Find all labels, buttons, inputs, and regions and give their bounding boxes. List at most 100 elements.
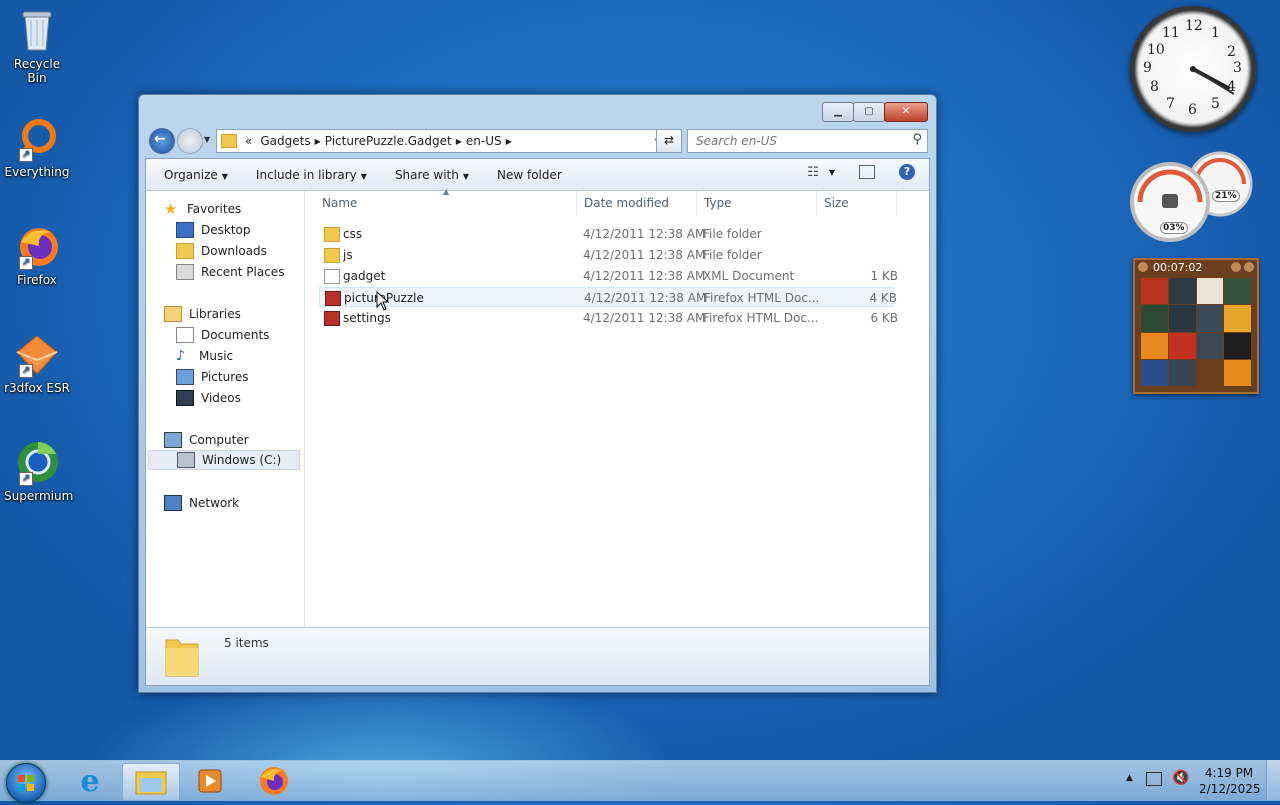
desktop-icon-recycle-bin[interactable]: Recycle Bin — [4, 6, 70, 85]
network-icon — [164, 495, 182, 511]
taskbar-windows-explorer[interactable] — [122, 763, 180, 801]
cpu-percent: 03% — [1160, 222, 1188, 234]
nav-computer-label: Computer — [189, 433, 249, 447]
nav-computer[interactable]: Computer — [164, 430, 249, 450]
maximize-button[interactable]: ▢ — [853, 102, 885, 122]
puzzle-tile[interactable] — [1168, 359, 1196, 386]
forward-button[interactable] — [177, 128, 203, 154]
puzzle-view-icon[interactable] — [1138, 262, 1148, 272]
puzzle-tile[interactable] — [1141, 359, 1168, 386]
recent-pages-dropdown[interactable]: ▼ — [204, 135, 210, 144]
column-header-date-modified[interactable]: Date modified — [577, 191, 697, 216]
navigation-bar: ← ▼ « Gadgets ▶ PicturePuzzle.Gadget ▶ e… — [147, 126, 928, 154]
puzzle-tile[interactable] — [1224, 305, 1251, 332]
breadcrumb-separator-icon[interactable]: ▶ — [456, 137, 462, 146]
star-icon: ★ — [164, 200, 178, 218]
search-input[interactable] — [694, 133, 898, 149]
nav-videos[interactable]: Videos — [176, 388, 241, 408]
desktop-icon-r3dfox[interactable]: ↗ r3dfox ESR — [4, 330, 70, 395]
puzzle-tile[interactable] — [1168, 278, 1196, 305]
refresh-button[interactable]: ⇄ — [656, 129, 682, 153]
nav-windows-c[interactable]: Windows (C:) — [148, 450, 300, 470]
nav-documents[interactable]: Documents — [176, 325, 269, 345]
firefox-icon — [260, 767, 288, 795]
nav-libraries[interactable]: Libraries — [164, 304, 241, 324]
show-hidden-icons-button[interactable]: ▲ — [1126, 773, 1133, 783]
column-header-type[interactable]: Type — [697, 191, 817, 216]
breadcrumb-separator-icon[interactable]: ▶ — [506, 137, 512, 146]
address-bar[interactable]: « Gadgets ▶ PicturePuzzle.Gadget ▶ en-US… — [216, 129, 666, 153]
help-icon[interactable]: ? — [899, 164, 915, 180]
breadcrumb-picturepuzzle[interactable]: PicturePuzzle.Gadget — [325, 134, 452, 148]
volume-muted-icon[interactable]: 🔇 — [1172, 770, 1189, 786]
nav-downloads[interactable]: Downloads — [176, 241, 267, 261]
preview-pane-icon[interactable] — [859, 165, 875, 179]
include-in-library-button[interactable]: Include in library ▼ — [256, 168, 367, 182]
view-dropdown-icon[interactable]: ▼ — [829, 168, 835, 177]
firefox-icon: ↗ — [13, 222, 61, 270]
taskbar-clock[interactable]: 4:19 PM 2/12/2025 — [1199, 765, 1261, 797]
puzzle-tile[interactable] — [1141, 305, 1168, 332]
minimize-button[interactable]: ▁ — [822, 102, 854, 122]
picture-puzzle-gadget[interactable]: 00:07:02 — [1133, 258, 1259, 394]
taskbar-firefox[interactable] — [246, 763, 302, 799]
search-icon[interactable]: ⚲ — [912, 132, 922, 147]
puzzle-tile[interactable] — [1168, 332, 1196, 359]
nav-favorites-label: Favorites — [187, 202, 242, 216]
puzzle-tile[interactable] — [1224, 359, 1251, 386]
taskbar-time: 4:19 PM — [1204, 766, 1254, 780]
file-row-css[interactable]: css 4/12/2011 12:38 AM File folder — [319, 224, 894, 244]
puzzle-shuffle-icon[interactable] — [1244, 262, 1254, 272]
puzzle-tile[interactable] — [1224, 278, 1251, 305]
file-row-gadget[interactable]: gadget 4/12/2011 12:38 AM XML Document 1… — [319, 266, 898, 286]
puzzle-tile[interactable] — [1168, 305, 1196, 332]
cpu-meter-gadget[interactable]: 03% 21% — [1130, 150, 1256, 242]
nav-favorites[interactable]: ★ Favorites — [164, 199, 241, 219]
start-button[interactable] — [6, 763, 46, 803]
share-with-button[interactable]: Share with ▼ — [395, 168, 469, 182]
nav-recent-places[interactable]: Recent Places — [176, 262, 284, 282]
nav-pictures[interactable]: Pictures — [176, 367, 249, 387]
search-box[interactable]: ⚲ — [687, 129, 928, 153]
desktop-icon-everything[interactable]: ↗ Everything — [4, 114, 70, 179]
nav-network[interactable]: Network — [164, 493, 239, 513]
column-header-size[interactable]: Size — [817, 191, 897, 216]
details-pane: 5 items — [146, 627, 929, 685]
puzzle-grid — [1141, 278, 1251, 386]
nav-music[interactable]: ♪ Music — [176, 346, 233, 366]
puzzle-tile[interactable] — [1196, 332, 1224, 359]
firefox-html-icon — [324, 311, 340, 326]
breadcrumb-gadgets[interactable]: Gadgets — [260, 134, 310, 148]
recycle-bin-icon — [13, 6, 61, 54]
back-button[interactable]: ← — [149, 128, 175, 154]
puzzle-tile[interactable] — [1141, 278, 1168, 305]
nav-pictures-label: Pictures — [201, 370, 249, 384]
breadcrumb-separator-icon[interactable]: ▶ — [315, 137, 321, 146]
taskbar-media-player[interactable] — [182, 763, 238, 799]
clock-gadget[interactable]: 12 1 2 3 4 5 6 7 8 9 10 11 — [1130, 6, 1256, 132]
puzzle-tile[interactable] — [1196, 278, 1224, 305]
puzzle-timer: 00:07:02 — [1153, 261, 1203, 274]
downloads-icon — [176, 243, 194, 259]
organize-button[interactable]: Organize ▼ — [164, 168, 228, 182]
desktop-icon-firefox[interactable]: ↗ Firefox — [4, 222, 70, 287]
file-size: 1 KB — [870, 269, 898, 283]
show-desktop-button[interactable] — [1266, 760, 1280, 800]
nav-desktop[interactable]: Desktop — [176, 220, 251, 240]
puzzle-tile[interactable] — [1141, 332, 1168, 359]
file-row-settings[interactable]: settings 4/12/2011 12:38 AM Firefox HTML… — [319, 308, 898, 328]
new-folder-button[interactable]: New folder — [497, 168, 562, 182]
puzzle-tile[interactable] — [1224, 332, 1251, 359]
breadcrumb-en-us[interactable]: en-US — [466, 134, 502, 148]
breadcrumb-overflow[interactable]: « — [245, 134, 252, 148]
taskbar-internet-explorer[interactable]: e — [62, 763, 118, 799]
puzzle-help-icon[interactable] — [1231, 262, 1241, 272]
file-row-picturepuzzle[interactable]: picturePuzzle 4/12/2011 12:38 AM Firefox… — [319, 287, 897, 307]
network-tray-icon[interactable] — [1146, 772, 1162, 786]
file-row-js[interactable]: js 4/12/2011 12:38 AM File folder — [319, 245, 894, 265]
change-view-icon[interactable]: ☷ — [807, 165, 819, 180]
close-button[interactable]: ✕ — [884, 102, 928, 122]
desktop-icon-supermium[interactable]: ↗ Supermium — [4, 438, 73, 503]
desktop-icon-label: Firefox — [17, 273, 57, 287]
puzzle-tile[interactable] — [1196, 305, 1224, 332]
